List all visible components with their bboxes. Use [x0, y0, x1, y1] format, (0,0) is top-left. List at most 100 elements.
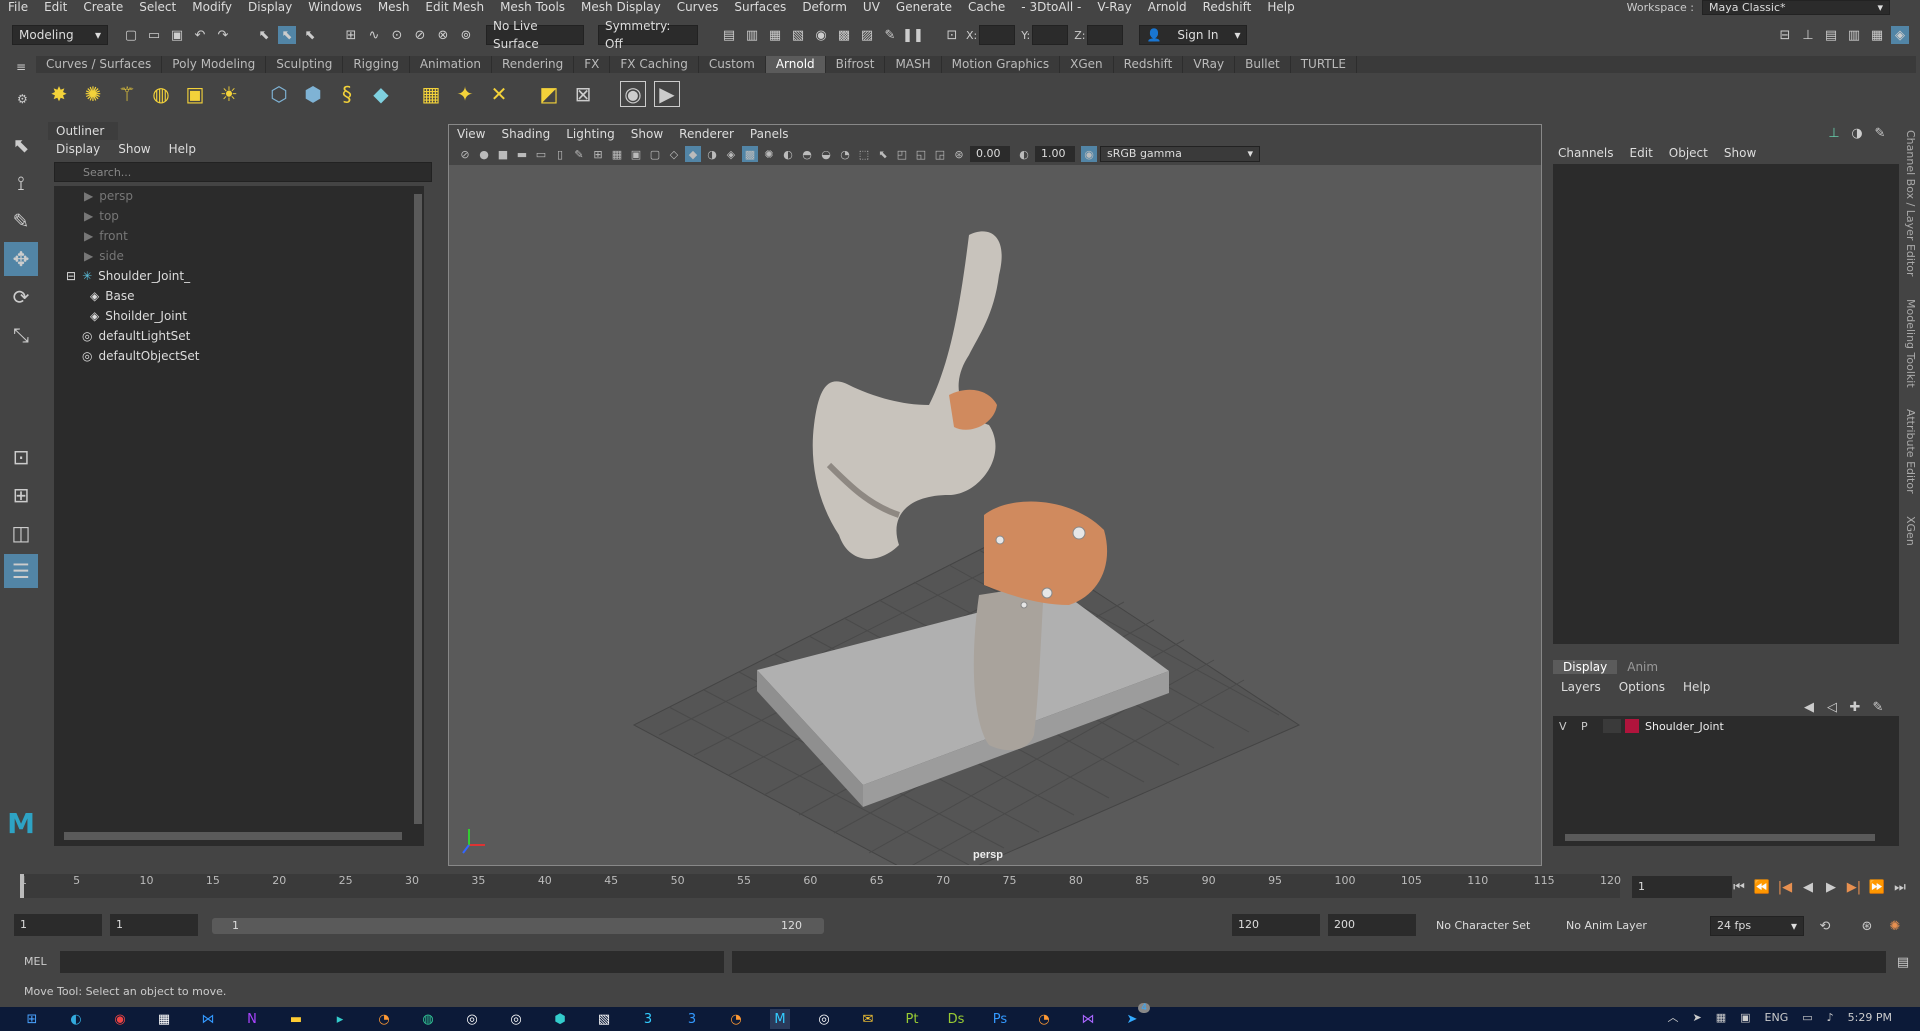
- app2-icon[interactable]: ⬢: [550, 1009, 570, 1029]
- arnold-ipr-icon[interactable]: ▨: [858, 26, 876, 44]
- tab-curves-surfaces[interactable]: Curves / Surfaces: [36, 56, 163, 73]
- photometric-light-icon[interactable]: ⚚: [114, 81, 140, 107]
- vscode-icon[interactable]: ⋈: [198, 1009, 218, 1029]
- menu-generate[interactable]: Generate: [896, 1, 952, 13]
- layout-toggle-icon[interactable]: ⊟: [1776, 26, 1794, 44]
- range-slider[interactable]: 1 120: [212, 918, 824, 934]
- default-material-icon[interactable]: ◑: [704, 146, 720, 162]
- go-start-icon[interactable]: ⏮: [1730, 878, 1748, 896]
- open-scene-icon[interactable]: ▭: [145, 26, 163, 44]
- channel-menu-channels[interactable]: Channels: [1558, 146, 1614, 160]
- image-plane-icon[interactable]: ▬: [514, 146, 530, 162]
- menu-modify[interactable]: Modify: [192, 1, 232, 13]
- layer-menu-help[interactable]: Help: [1683, 680, 1710, 694]
- outliner-menu-help[interactable]: Help: [169, 142, 196, 156]
- y-field[interactable]: [1032, 25, 1069, 45]
- mel-input[interactable]: [60, 951, 724, 973]
- render-view-icon[interactable]: ▤: [720, 26, 738, 44]
- select-camera-icon[interactable]: ⊘: [457, 146, 473, 162]
- layer-playback-toggle[interactable]: P: [1581, 720, 1603, 733]
- menu-mesh-display[interactable]: Mesh Display: [581, 1, 661, 13]
- list-item[interactable]: ▶ top: [54, 206, 424, 226]
- menu-windows[interactable]: Windows: [308, 1, 362, 13]
- layer-menu-options[interactable]: Options: [1619, 680, 1665, 694]
- viewport-menu-renderer[interactable]: Renderer: [679, 127, 734, 141]
- tx-manager-icon[interactable]: ◩: [536, 81, 562, 107]
- grid-toggle-icon[interactable]: ⊞: [590, 146, 606, 162]
- outliner-layout-icon[interactable]: ☰: [4, 554, 38, 588]
- menu-cache[interactable]: Cache: [968, 1, 1005, 13]
- blender-icon[interactable]: ◔: [374, 1009, 394, 1029]
- scale-tool-icon[interactable]: ⤡: [4, 318, 38, 352]
- tab-animation[interactable]: Animation: [410, 56, 492, 73]
- viewport-panel[interactable]: View Shading Lighting Show Renderer Pane…: [448, 124, 1542, 866]
- standin-icon[interactable]: ⬡: [266, 81, 292, 107]
- tab-rendering[interactable]: Rendering: [492, 56, 575, 73]
- symmetry-dropdown[interactable]: Symmetry: Off: [598, 19, 698, 51]
- menu-uv[interactable]: UV: [863, 1, 880, 13]
- move-tool-icon[interactable]: ✥: [4, 242, 38, 276]
- new-layer-icon[interactable]: ✚: [1846, 698, 1864, 716]
- menu-3dtoall[interactable]: - 3DtoAll -: [1021, 1, 1081, 13]
- tab-poly-modeling[interactable]: Poly Modeling: [162, 56, 267, 73]
- rotate-tool-icon[interactable]: ⟳: [4, 280, 38, 314]
- colorspace-dropdown[interactable]: sRGB gamma ▾: [1100, 146, 1260, 162]
- mesh-light-icon[interactable]: ✺: [80, 81, 106, 107]
- calculator-icon[interactable]: ▦: [154, 1009, 174, 1029]
- network-icon[interactable]: ▦: [1716, 1011, 1726, 1024]
- designer-icon[interactable]: Ds: [946, 1009, 966, 1029]
- step-back-icon[interactable]: ⏪: [1753, 878, 1771, 896]
- menu-vray[interactable]: V-Ray: [1097, 1, 1131, 13]
- shelf-settings-icon[interactable]: ⚙: [17, 92, 28, 106]
- z-field[interactable]: [1087, 25, 1124, 45]
- current-frame-field[interactable]: 1: [1632, 876, 1732, 898]
- viewport-menu-panels[interactable]: Panels: [750, 127, 789, 141]
- outliner-menu-display[interactable]: Display: [56, 142, 100, 156]
- axis-icon[interactable]: ⊥: [1825, 124, 1843, 142]
- side-tab-xgen[interactable]: XGen: [1904, 516, 1917, 546]
- chevron-up-icon[interactable]: ︿: [1668, 1009, 1679, 1025]
- grease-pencil-icon[interactable]: ✎: [571, 146, 587, 162]
- layer-row[interactable]: V P Shoulder_Joint: [1553, 716, 1899, 736]
- blender2-icon[interactable]: ◔: [726, 1009, 746, 1029]
- wire-on-shaded-icon[interactable]: ◈: [723, 146, 739, 162]
- time-ruler[interactable]: 1 5 10 15 20 25 30 35 40 45 50 55 60 65 70 75 80 85 90 95 10…: [20, 874, 1621, 898]
- textured-icon[interactable]: ▩: [742, 146, 758, 162]
- safe-title-icon[interactable]: ▢: [647, 146, 663, 162]
- visual-studio-icon[interactable]: ⋈: [1078, 1009, 1098, 1029]
- select-tool-icon[interactable]: ⬉: [4, 128, 38, 162]
- edge-icon[interactable]: ◐: [66, 1009, 86, 1029]
- play-back-icon[interactable]: ◀: [1799, 878, 1817, 896]
- loop-icon[interactable]: ⟲: [1816, 917, 1834, 935]
- obs2-icon[interactable]: ◎: [506, 1009, 526, 1029]
- tab-bullet[interactable]: Bullet: [1235, 56, 1291, 73]
- photoshop-icon[interactable]: Ps: [990, 1009, 1010, 1029]
- app5-icon[interactable]: 3: [682, 1009, 702, 1029]
- start-time-field[interactable]: 1: [14, 914, 102, 936]
- app6-icon[interactable]: ✉: [858, 1009, 878, 1029]
- send-icon[interactable]: ➤: [1693, 1011, 1702, 1024]
- menu-surfaces[interactable]: Surfaces: [734, 1, 786, 13]
- gamma-field[interactable]: 1.00: [1035, 146, 1075, 162]
- list-item[interactable]: ▶ persp: [54, 186, 424, 206]
- ao-icon[interactable]: ◓: [799, 146, 815, 162]
- playback-start-field[interactable]: 1: [110, 914, 198, 936]
- motion-blur-icon[interactable]: ◒: [818, 146, 834, 162]
- onenote-icon[interactable]: N: [242, 1009, 262, 1029]
- layer-type-toggle[interactable]: [1603, 719, 1621, 733]
- layout-tools-icon[interactable]: ⊥: [1799, 26, 1817, 44]
- character-set-dropdown[interactable]: No Character Set: [1430, 916, 1548, 936]
- layer-visibility-toggle[interactable]: V: [1559, 720, 1581, 733]
- windows-start-icon[interactable]: ⊞: [22, 1009, 42, 1029]
- flush-textures-icon[interactable]: ✕: [486, 81, 512, 107]
- list-item[interactable]: ⊟ ✳ Shoulder_Joint_: [54, 266, 424, 286]
- fps-dropdown[interactable]: 24 fps ▾: [1710, 916, 1804, 936]
- outliner-menu-show[interactable]: Show: [118, 142, 150, 156]
- tab-xgen[interactable]: XGen: [1060, 56, 1114, 73]
- ipr-render-icon[interactable]: ▦: [766, 26, 784, 44]
- menu-help[interactable]: Help: [1267, 1, 1294, 13]
- script-editor-icon[interactable]: ▤: [1894, 953, 1912, 971]
- outliner-search-input[interactable]: Search...: [54, 162, 432, 182]
- paint-select-icon[interactable]: ✎: [4, 204, 38, 238]
- menu-edit[interactable]: Edit: [44, 1, 67, 13]
